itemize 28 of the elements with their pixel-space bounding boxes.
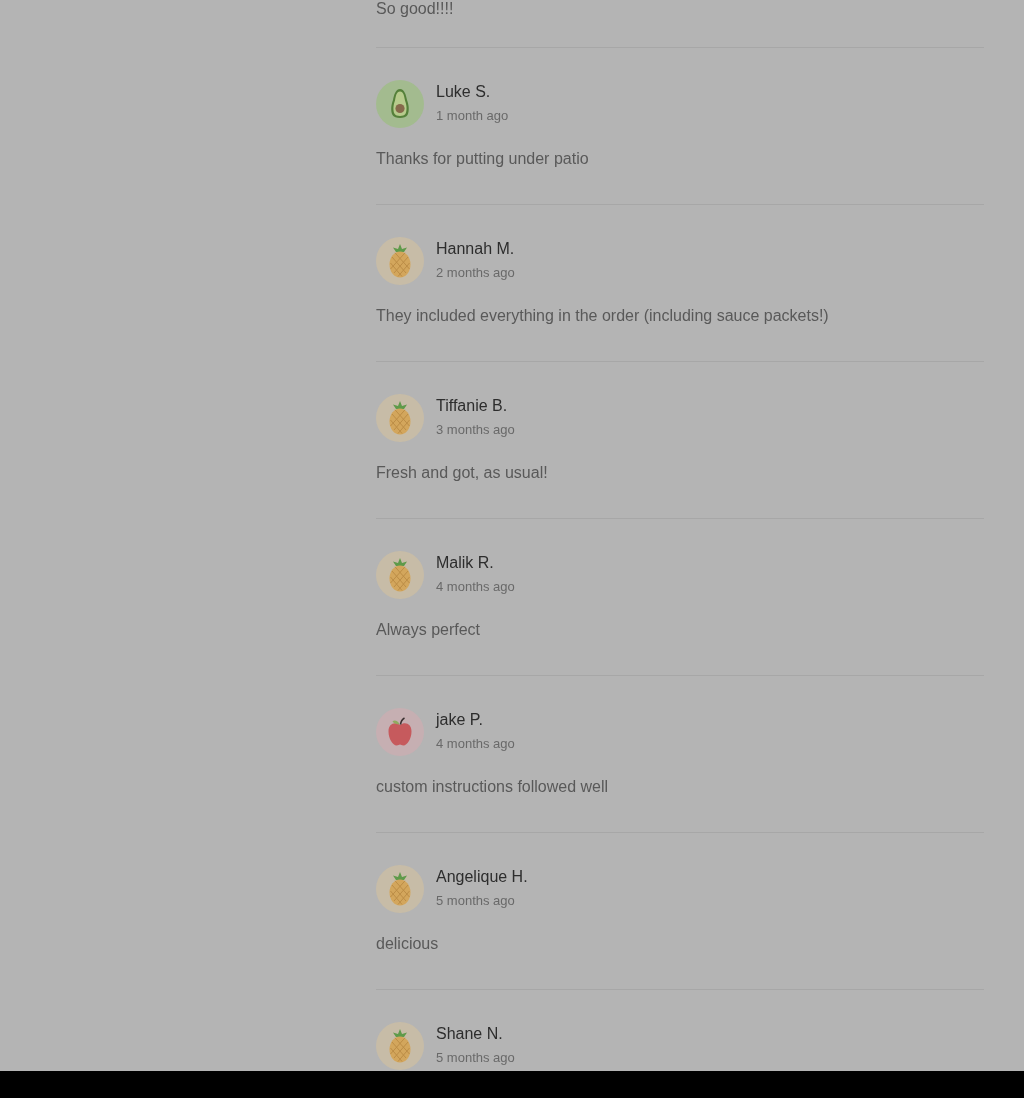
apple-icon bbox=[376, 708, 424, 756]
reviewer-name: jake P. bbox=[436, 710, 483, 730]
pineapple-icon bbox=[376, 551, 424, 599]
review-time: 3 months ago bbox=[436, 422, 515, 438]
pineapple-icon bbox=[376, 237, 424, 285]
avocado-icon bbox=[376, 80, 424, 128]
review-text: delicious bbox=[376, 934, 439, 954]
review-text: Fresh and got, as usual! bbox=[376, 463, 548, 483]
pineapple-icon bbox=[376, 394, 424, 442]
review-time: 5 months ago bbox=[436, 893, 515, 909]
review-time: 2 months ago bbox=[436, 265, 515, 281]
review-time: 5 months ago bbox=[436, 1050, 515, 1066]
reviewer-name: Tiffanie B. bbox=[436, 396, 508, 416]
pineapple-icon bbox=[376, 1022, 424, 1070]
reviewer-name: Shane N. bbox=[436, 1024, 503, 1044]
review-text: Always perfect bbox=[376, 620, 481, 640]
review-text: So good!!!! bbox=[376, 1, 454, 17]
reviewer-name: Angelique H. bbox=[436, 867, 528, 887]
pineapple-icon bbox=[376, 865, 424, 913]
reviewer-name: Luke S. bbox=[436, 82, 491, 102]
reviewer-name: Hannah M. bbox=[436, 239, 515, 259]
review-time: 4 months ago bbox=[436, 736, 515, 752]
review-text: They included everything in the order (including sauce packets!) bbox=[376, 306, 829, 326]
review-time: 4 months ago bbox=[436, 579, 515, 595]
review-text: custom instructions followed well bbox=[376, 777, 609, 797]
review-time: 1 month ago bbox=[436, 108, 509, 124]
reviewer-name: Malik R. bbox=[436, 553, 494, 573]
review-text: Thanks for putting under patio bbox=[376, 149, 589, 169]
